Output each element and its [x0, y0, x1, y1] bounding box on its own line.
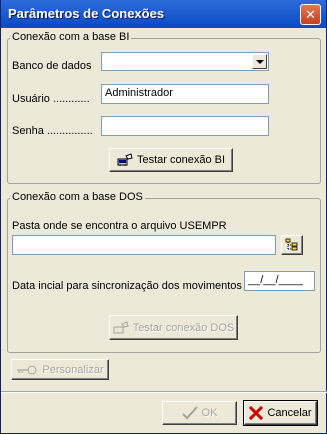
connection-icon: [117, 153, 133, 167]
folder-tree-icon: [285, 238, 299, 252]
test-bi-label: Testar conexão BI: [136, 154, 226, 166]
cancel-button[interactable]: Cancelar: [243, 400, 318, 426]
close-icon: ✕: [305, 7, 316, 22]
window-title: Parâmetros de Conexões: [8, 6, 165, 21]
group-base-bi-legend: Conexão com a base BI: [10, 31, 132, 43]
close-button[interactable]: ✕: [300, 4, 321, 25]
group-base-dos-legend: Conexão com a base DOS: [10, 191, 145, 203]
test-dos-label: Testar conexão DOS: [132, 321, 235, 334]
senha-field[interactable]: [101, 116, 269, 136]
title-bar[interactable]: Parâmetros de Conexões ✕: [1, 0, 326, 28]
ok-button[interactable]: OK: [162, 401, 237, 425]
data-value: __/__/____: [248, 274, 304, 286]
data-field[interactable]: __/__/____: [244, 271, 315, 291]
connection-icon: [113, 320, 129, 335]
browse-folder-button[interactable]: [281, 235, 303, 255]
cancel-label: Cancelar: [267, 407, 312, 419]
chevron-down-icon[interactable]: [252, 54, 267, 69]
personalizar-button[interactable]: Personalizar: [11, 359, 109, 380]
senha-label: Senha ...............: [12, 125, 93, 137]
dialog-window: Parâmetros de Conexões ✕ Conexão com a b…: [0, 0, 327, 434]
checkmark-icon: [181, 406, 198, 420]
bottom-separator: [1, 391, 327, 393]
usuario-field[interactable]: Administrador: [101, 84, 269, 104]
pasta-field[interactable]: [12, 235, 276, 255]
ok-label: OK: [201, 407, 218, 419]
key-icon: [16, 365, 38, 375]
usuario-value: Administrador: [105, 87, 173, 99]
usuario-label: Usuário ............: [12, 93, 90, 105]
banco-label: Banco de dados: [12, 60, 92, 72]
banco-combobox[interactable]: [101, 52, 269, 71]
test-dos-button[interactable]: Testar conexão DOS: [109, 315, 238, 340]
data-label: Data incial para sincronização dos movim…: [12, 280, 242, 292]
personalizar-label: Personalizar: [42, 363, 104, 376]
pasta-label: Pasta onde se encontra o arquivo USEMPR: [12, 220, 227, 232]
red-x-icon: [249, 405, 264, 421]
test-bi-button[interactable]: Testar conexão BI: [109, 148, 233, 172]
